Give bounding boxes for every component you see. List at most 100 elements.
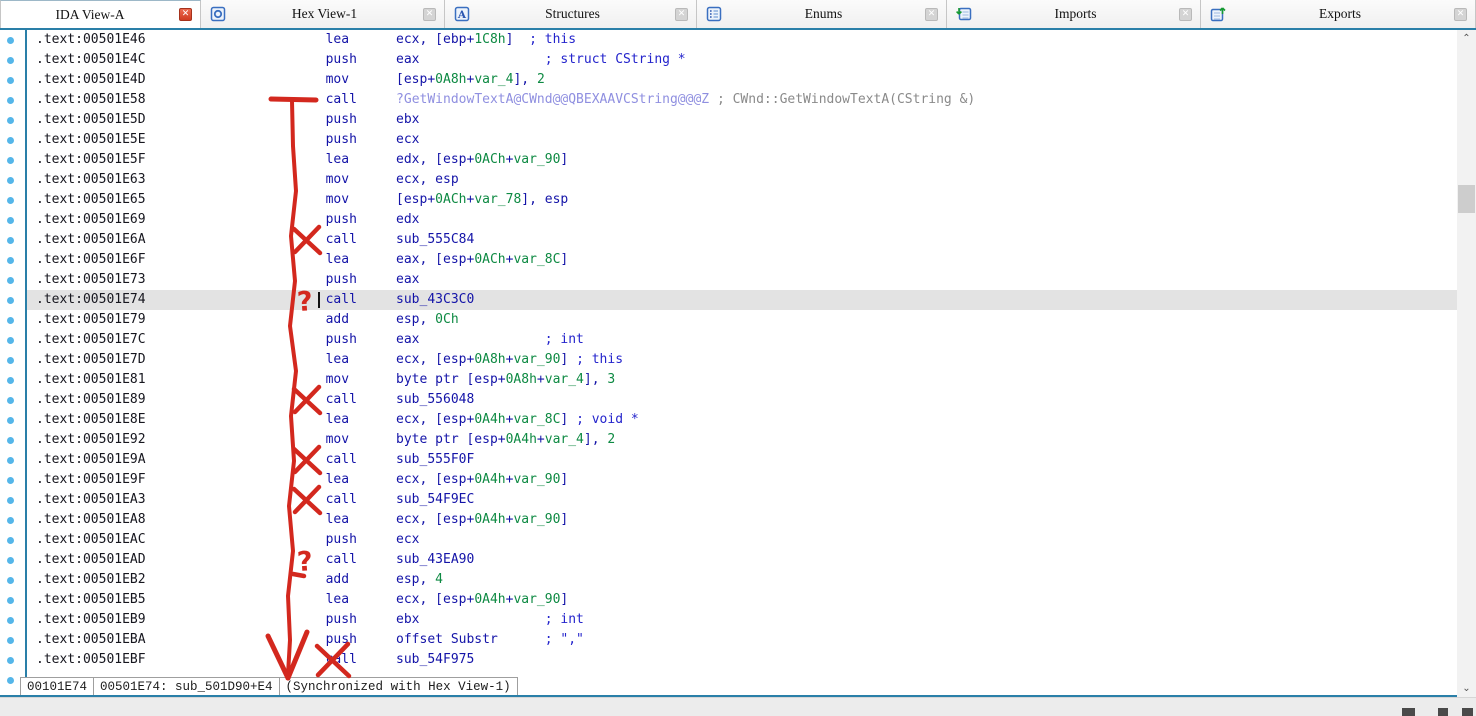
asm-line[interactable]: .text:00501EAD call sub_43EA90 [27, 550, 1457, 570]
asm-line[interactable]: .text:00501E69 push edx [27, 210, 1457, 230]
asm-segment: 4 [435, 572, 443, 587]
tab-hex-view-1[interactable]: Hex View-1✕ [201, 0, 445, 28]
asm-segment: add esp, [326, 572, 436, 587]
asm-segment: ; this [529, 32, 576, 47]
asm-line[interactable]: .text:00501E5D push ebx [27, 110, 1457, 130]
asm-address: .text:00501E46 [36, 32, 326, 47]
asm-address: .text:00501EB9 [36, 612, 326, 627]
line-marker-dot [7, 397, 14, 404]
asm-line[interactable]: .text:00501EBA push offset Substr ; "," [27, 630, 1457, 650]
asm-segment: lea edx, [esp+ [326, 152, 475, 167]
asm-segment: 2 [607, 432, 615, 447]
asm-line[interactable]: .text:00501E89 call sub_556048 [27, 390, 1457, 410]
tab-enums[interactable]: Enums✕ [697, 0, 947, 28]
asm-address: .text:00501E92 [36, 432, 326, 447]
asm-segment: ?GetWindowTextA@CWnd@@QBEXAAVCString@@@Z [396, 92, 709, 107]
asm-line[interactable]: .text:00501E5E push ecx [27, 130, 1457, 150]
asm-segment: ] [560, 412, 576, 427]
asm-address: .text:00501EB5 [36, 592, 326, 607]
asm-segment: var_4 [545, 432, 584, 447]
tab-structures[interactable]: AStructures✕ [445, 0, 697, 28]
asm-line[interactable]: .text:00501E7C push eax ; int [27, 330, 1457, 350]
close-icon[interactable]: ✕ [1179, 8, 1192, 21]
asm-line[interactable]: .text:00501EA8 lea ecx, [esp+0A4h+var_90… [27, 510, 1457, 530]
asm-segment: ] [560, 252, 568, 267]
close-icon[interactable]: ✕ [675, 8, 688, 21]
asm-address: .text:00501E63 [36, 172, 326, 187]
scrollbar-thumb[interactable] [1458, 185, 1475, 213]
asm-line[interactable]: .text:00501E6A call sub_555C84 [27, 230, 1457, 250]
asm-segment: push offset Substr [326, 632, 498, 647]
asm-segment: ; struct CString * [545, 52, 686, 67]
asm-line[interactable]: .text:00501EAC push ecx [27, 530, 1457, 550]
asm-segment: ], [513, 72, 536, 87]
asm-line[interactable]: .text:00501E58 call ?GetWindowTextA@CWnd… [27, 90, 1457, 110]
asm-address: .text:00501E58 [36, 92, 326, 107]
asm-segment: 0A8h [435, 72, 466, 87]
asm-segment: push eax [326, 272, 420, 287]
tab-exports[interactable]: Exports✕ [1201, 0, 1476, 28]
asm-address: .text:00501E4C [36, 52, 326, 67]
close-icon[interactable]: ✕ [925, 8, 938, 21]
line-marker-dot [7, 357, 14, 364]
vertical-scrollbar[interactable]: ⌃ ⌄ [1457, 30, 1476, 697]
asm-line[interactable]: .text:00501E7D lea ecx, [esp+0A8h+var_90… [27, 350, 1457, 370]
tab-imports[interactable]: Imports✕ [947, 0, 1201, 28]
asm-line[interactable]: .text:00501E4D mov [esp+0A8h+var_4], 2 [27, 70, 1457, 90]
asm-segment [498, 632, 545, 647]
asm-segment: var_4 [545, 372, 584, 387]
asm-segment: 0A4h [474, 512, 505, 527]
asm-line[interactable]: .text:00501E79 add esp, 0Ch [27, 310, 1457, 330]
asm-line[interactable]: .text:00501E8E lea ecx, [esp+0A4h+var_8C… [27, 410, 1457, 430]
asm-line[interactable]: .text:00501EB5 lea ecx, [esp+0A4h+var_90… [27, 590, 1457, 610]
asm-segment: push ebx [326, 612, 420, 627]
asm-line[interactable]: .text:00501E81 mov byte ptr [esp+0A8h+va… [27, 370, 1457, 390]
asm-segment: mov [esp+ [326, 192, 436, 207]
asm-segment: lea eax, [esp+ [326, 252, 475, 267]
asm-line[interactable]: .text:00501EBF call sub_54F975 [27, 650, 1457, 670]
asm-line[interactable]: .text:00501EB2 add esp, 4 [27, 570, 1457, 590]
asm-line[interactable]: .text:00501E6F lea eax, [esp+0ACh+var_8C… [27, 250, 1457, 270]
asm-line[interactable]: .text:00501E5F lea edx, [esp+0ACh+var_90… [27, 150, 1457, 170]
asm-line[interactable]: .text:00501E63 mov ecx, esp [27, 170, 1457, 190]
line-marker-dot [7, 157, 14, 164]
enums-icon [706, 6, 722, 22]
asm-segment: push ecx [326, 532, 420, 547]
tab-label: Enums [722, 6, 925, 22]
asm-segment: var_8C [513, 252, 560, 267]
asm-line[interactable]: .text:00501E4C push eax ; struct CString… [27, 50, 1457, 70]
asm-line[interactable]: .text:00501E9F lea ecx, [esp+0A4h+var_90… [27, 470, 1457, 490]
line-marker-dot [7, 617, 14, 624]
asm-address: .text:00501E7D [36, 352, 326, 367]
asm-address: .text:00501E73 [36, 272, 326, 287]
asm-line[interactable]: .text:00501E92 mov byte ptr [esp+0A4h+va… [27, 430, 1457, 450]
tab-ida-view-a[interactable]: IDA View-A✕ [0, 0, 201, 28]
close-icon[interactable]: ✕ [179, 8, 192, 21]
view-status-bar: 00101E74 00501E74: sub_501D90+E4 (Synchr… [20, 677, 518, 697]
asm-address: .text:00501EB2 [36, 572, 326, 587]
line-marker-dot [7, 477, 14, 484]
asm-segment: ] [560, 352, 576, 367]
asm-address: .text:00501EA3 [36, 492, 326, 507]
line-marker-dot [7, 117, 14, 124]
close-icon[interactable]: ✕ [423, 8, 436, 21]
asm-segment: lea ecx, [esp+ [326, 592, 475, 607]
asm-segment: push ecx [326, 132, 420, 147]
scroll-up-button[interactable]: ⌃ [1457, 30, 1476, 47]
asm-line[interactable]: .text:00501E74 call sub_43C3C0 [27, 290, 1457, 310]
line-marker-dot [7, 257, 14, 264]
asm-address: .text:00501E7C [36, 332, 326, 347]
asm-line[interactable]: .text:00501EB9 push ebx ; int [27, 610, 1457, 630]
asm-line[interactable]: .text:00501E65 mov [esp+0ACh+var_78], es… [27, 190, 1457, 210]
line-marker-dot [7, 337, 14, 344]
asm-line[interactable]: .text:00501E46 lea ecx, [ebp+1C8h] ; thi… [27, 30, 1457, 50]
asm-line[interactable]: .text:00501E9A call sub_555F0F [27, 450, 1457, 470]
asm-segment [709, 92, 717, 107]
ida-view-a-window: .text:00501E46 lea ecx, [ebp+1C8h] ; thi… [0, 28, 1476, 697]
asm-line[interactable]: .text:00501E73 push eax [27, 270, 1457, 290]
scroll-down-button[interactable]: ⌄ [1457, 680, 1476, 697]
disassembly-listing[interactable]: .text:00501E46 lea ecx, [ebp+1C8h] ; thi… [27, 30, 1457, 674]
asm-line[interactable]: .text:00501EA3 call sub_54F9EC [27, 490, 1457, 510]
close-icon[interactable]: ✕ [1454, 8, 1467, 21]
asm-segment: 1C8h [474, 32, 505, 47]
